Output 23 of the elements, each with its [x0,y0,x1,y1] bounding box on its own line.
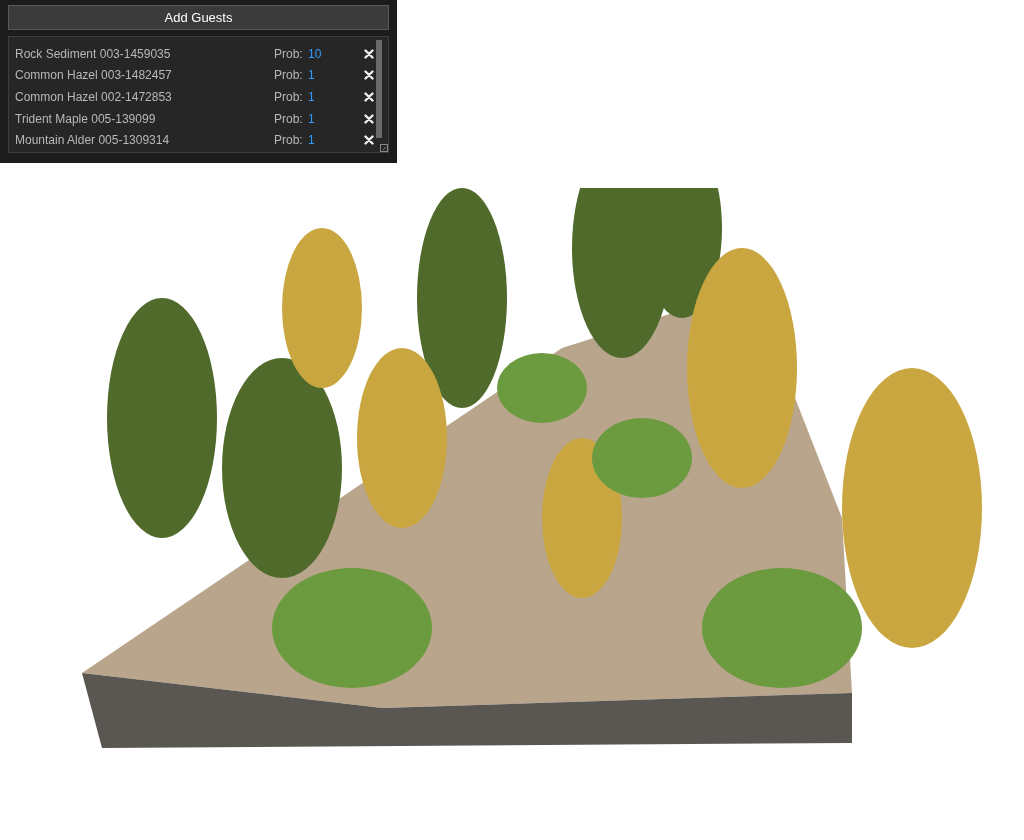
prob-label: Prob: [274,68,304,83]
remove-icon[interactable] [364,135,374,146]
guest-name[interactable]: Rock Sediment 003-1459035 [15,46,274,61]
prob-label: Prob: [274,133,304,148]
scrollbar[interactable] [376,40,382,138]
remove-icon[interactable] [364,92,374,102]
prob-value[interactable]: 1 [308,68,364,83]
prob-value[interactable]: 1 [308,111,364,126]
prob-value[interactable]: 1 [308,133,364,148]
guest-name[interactable]: Trident Maple 005-139099 [15,111,274,126]
add-guests-button[interactable]: Add Guests [8,5,389,30]
prob-value[interactable]: 10 [308,46,364,61]
remove-icon[interactable] [364,48,374,59]
remove-icon[interactable] [364,70,374,81]
prob-label: Prob: [274,111,304,126]
prob-label: Prob: [274,46,304,61]
guest-name[interactable]: Common Hazel 003-1482457 [15,68,274,83]
resize-grip-icon[interactable] [380,144,388,152]
prob-value[interactable]: 1 [308,90,364,104]
guest-name[interactable]: Common Hazel 002-1472853 [15,90,274,104]
remove-icon[interactable] [364,113,374,124]
prob-label: Prob: [274,90,304,104]
guest-name[interactable]: Mountain Alder 005-1309314 [15,133,274,148]
